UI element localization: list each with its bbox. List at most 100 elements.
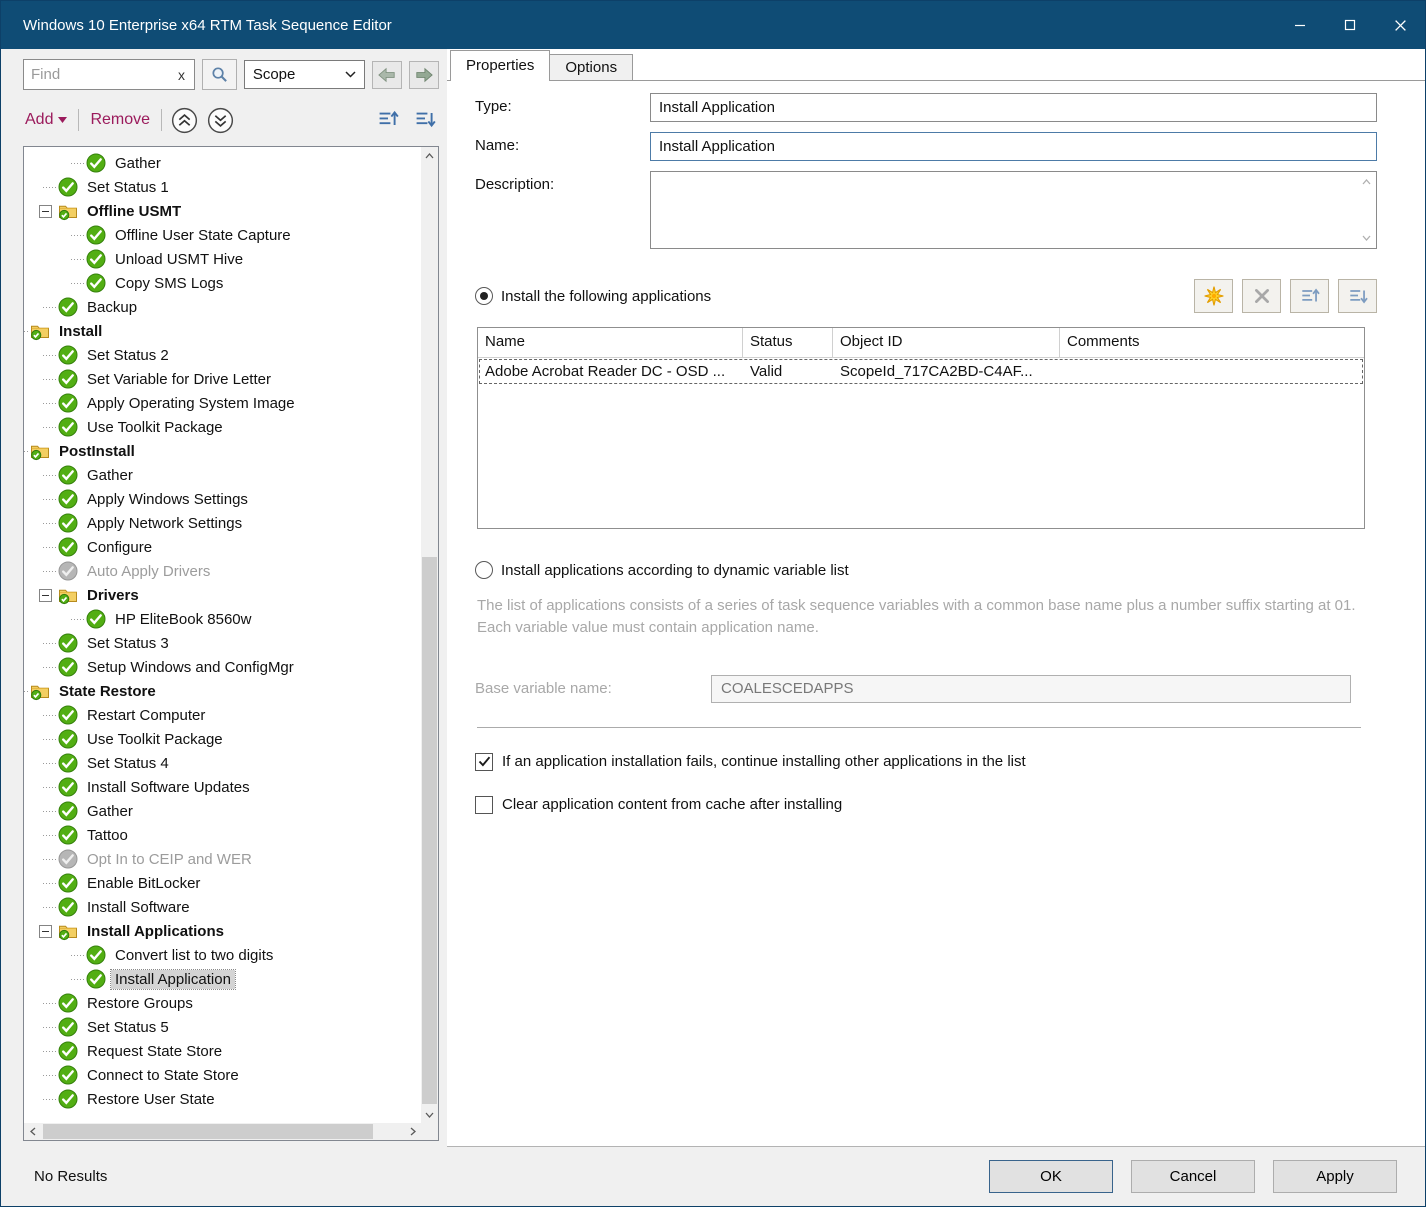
tree-item[interactable]: Connect to State Store — [24, 1063, 421, 1087]
tree-item-label: Gather — [83, 802, 137, 821]
tree-item-label: Unload USMT Hive — [111, 250, 247, 269]
tree-vertical-scrollbar[interactable] — [421, 147, 438, 1123]
tree-item[interactable]: Tattoo — [24, 823, 421, 847]
name-field[interactable] — [650, 132, 1377, 161]
application-row[interactable]: Adobe Acrobat Reader DC - OSD ...ValidSc… — [478, 358, 1364, 385]
column-header[interactable]: Comments — [1060, 328, 1364, 357]
tree-item[interactable]: Install Applications — [24, 919, 421, 943]
find-next-button[interactable] — [409, 61, 439, 89]
tree-item[interactable]: State Restore — [24, 679, 421, 703]
tree-item[interactable]: HP EliteBook 8560w — [24, 607, 421, 631]
vertical-scroll-thumb[interactable] — [422, 557, 437, 1104]
tree-item[interactable]: Setup Windows and ConfigMgr — [24, 655, 421, 679]
scope-dropdown[interactable]: Scope — [244, 60, 365, 89]
collapse-expander-icon[interactable] — [39, 205, 52, 218]
apply-button[interactable]: Apply — [1273, 1160, 1397, 1193]
maximize-button[interactable] — [1325, 1, 1375, 49]
tab-options[interactable]: Options — [550, 54, 633, 80]
delete-application-button[interactable] — [1242, 279, 1281, 313]
tree-item[interactable]: Restart Computer — [24, 703, 421, 727]
install-following-label: Install the following applications — [501, 288, 711, 305]
tree-item[interactable]: Install Software Updates — [24, 775, 421, 799]
column-header[interactable]: Object ID — [833, 328, 1060, 357]
green-check-icon — [86, 249, 106, 269]
ok-button[interactable]: OK — [989, 1160, 1113, 1193]
tree-item-label: Offline USMT — [83, 202, 185, 221]
tree-item[interactable]: Apply Network Settings — [24, 511, 421, 535]
tree-item[interactable]: Set Status 3 — [24, 631, 421, 655]
clear-cache-checkbox[interactable] — [475, 796, 493, 814]
tree-item[interactable]: Auto Apply Drivers — [24, 559, 421, 583]
column-header[interactable]: Name — [478, 328, 743, 357]
tree-item[interactable]: Set Status 4 — [24, 751, 421, 775]
collapse-expander-icon[interactable] — [39, 925, 52, 938]
tree-item[interactable]: Convert list to two digits — [24, 943, 421, 967]
clear-cache-row: Clear application content from cache aft… — [475, 796, 1377, 814]
scroll-left-icon[interactable] — [24, 1123, 41, 1140]
dynamic-list-label: Install applications according to dynami… — [501, 562, 849, 579]
tree-item[interactable]: Apply Operating System Image — [24, 391, 421, 415]
tree-item[interactable]: Restore User State — [24, 1087, 421, 1111]
continue-on-fail-label: If an application installation fails, co… — [502, 753, 1026, 770]
continue-on-fail-checkbox[interactable] — [475, 753, 493, 771]
install-following-radio[interactable] — [475, 287, 493, 305]
scroll-down-icon[interactable] — [421, 1106, 438, 1123]
tree-item[interactable]: Drivers — [24, 583, 421, 607]
minimize-button[interactable] — [1275, 1, 1325, 49]
tree-item[interactable]: Request State Store — [24, 1039, 421, 1063]
search-button[interactable] — [202, 59, 237, 90]
horizontal-scroll-thumb[interactable] — [43, 1124, 373, 1139]
move-application-down-button[interactable] — [1338, 279, 1377, 313]
scroll-right-icon[interactable] — [404, 1123, 421, 1140]
tree-item[interactable]: Install Software — [24, 895, 421, 919]
tree-item-label: Install — [55, 322, 106, 341]
scroll-up-icon[interactable] — [421, 147, 438, 164]
tree-item[interactable]: Restore Groups — [24, 991, 421, 1015]
tree-item[interactable]: Set Status 2 — [24, 343, 421, 367]
collapse-all-button[interactable] — [171, 107, 198, 134]
tree-horizontal-scrollbar[interactable] — [24, 1123, 421, 1140]
tree-item[interactable]: Gather — [24, 463, 421, 487]
tab-properties[interactable]: Properties — [450, 50, 550, 81]
tree-item[interactable]: Install Application — [24, 967, 421, 991]
cancel-button[interactable]: Cancel — [1131, 1160, 1255, 1193]
tree-item[interactable]: Offline USMT — [24, 199, 421, 223]
tree-item[interactable]: Enable BitLocker — [24, 871, 421, 895]
tree-item[interactable]: Gather — [24, 151, 421, 175]
tree-item[interactable]: Gather — [24, 799, 421, 823]
dynamic-list-radio[interactable] — [475, 561, 493, 579]
description-field[interactable] — [651, 172, 1376, 248]
move-step-up-button[interactable] — [374, 107, 402, 133]
column-header[interactable]: Status — [743, 328, 833, 357]
expand-all-button[interactable] — [207, 107, 234, 134]
tree-item[interactable]: Backup — [24, 295, 421, 319]
add-button[interactable]: Add — [23, 111, 69, 129]
close-button[interactable] — [1375, 1, 1425, 49]
tree-item[interactable]: PostInstall — [24, 439, 421, 463]
move-application-up-button[interactable] — [1290, 279, 1329, 313]
tree-item[interactable]: Apply Windows Settings — [24, 487, 421, 511]
tree-item[interactable]: Use Toolkit Package — [24, 727, 421, 751]
tree-item-label: Gather — [111, 154, 165, 173]
tree-item[interactable]: Unload USMT Hive — [24, 247, 421, 271]
move-step-down-button[interactable] — [411, 107, 439, 133]
find-input[interactable] — [31, 66, 176, 83]
tree-item[interactable]: Opt In to CEIP and WER — [24, 847, 421, 871]
disabled-check-icon — [58, 561, 78, 581]
new-application-button[interactable] — [1194, 279, 1233, 313]
tree-item[interactable]: Set Variable for Drive Letter — [24, 367, 421, 391]
collapse-expander-icon[interactable] — [39, 589, 52, 602]
tree-item-label: Backup — [83, 298, 141, 317]
remove-button[interactable]: Remove — [88, 111, 152, 129]
tree-item[interactable]: Configure — [24, 535, 421, 559]
textarea-scroll-up-icon[interactable] — [1359, 175, 1373, 189]
tree-item[interactable]: Offline User State Capture — [24, 223, 421, 247]
tree-item[interactable]: Use Toolkit Package — [24, 415, 421, 439]
tree-item[interactable]: Copy SMS Logs — [24, 271, 421, 295]
textarea-scroll-down-icon[interactable] — [1359, 231, 1373, 245]
find-clear-button[interactable]: x — [176, 67, 187, 83]
tree-item[interactable]: Install — [24, 319, 421, 343]
tree-item[interactable]: Set Status 1 — [24, 175, 421, 199]
tree-item[interactable]: Set Status 5 — [24, 1015, 421, 1039]
find-previous-button[interactable] — [372, 61, 402, 89]
